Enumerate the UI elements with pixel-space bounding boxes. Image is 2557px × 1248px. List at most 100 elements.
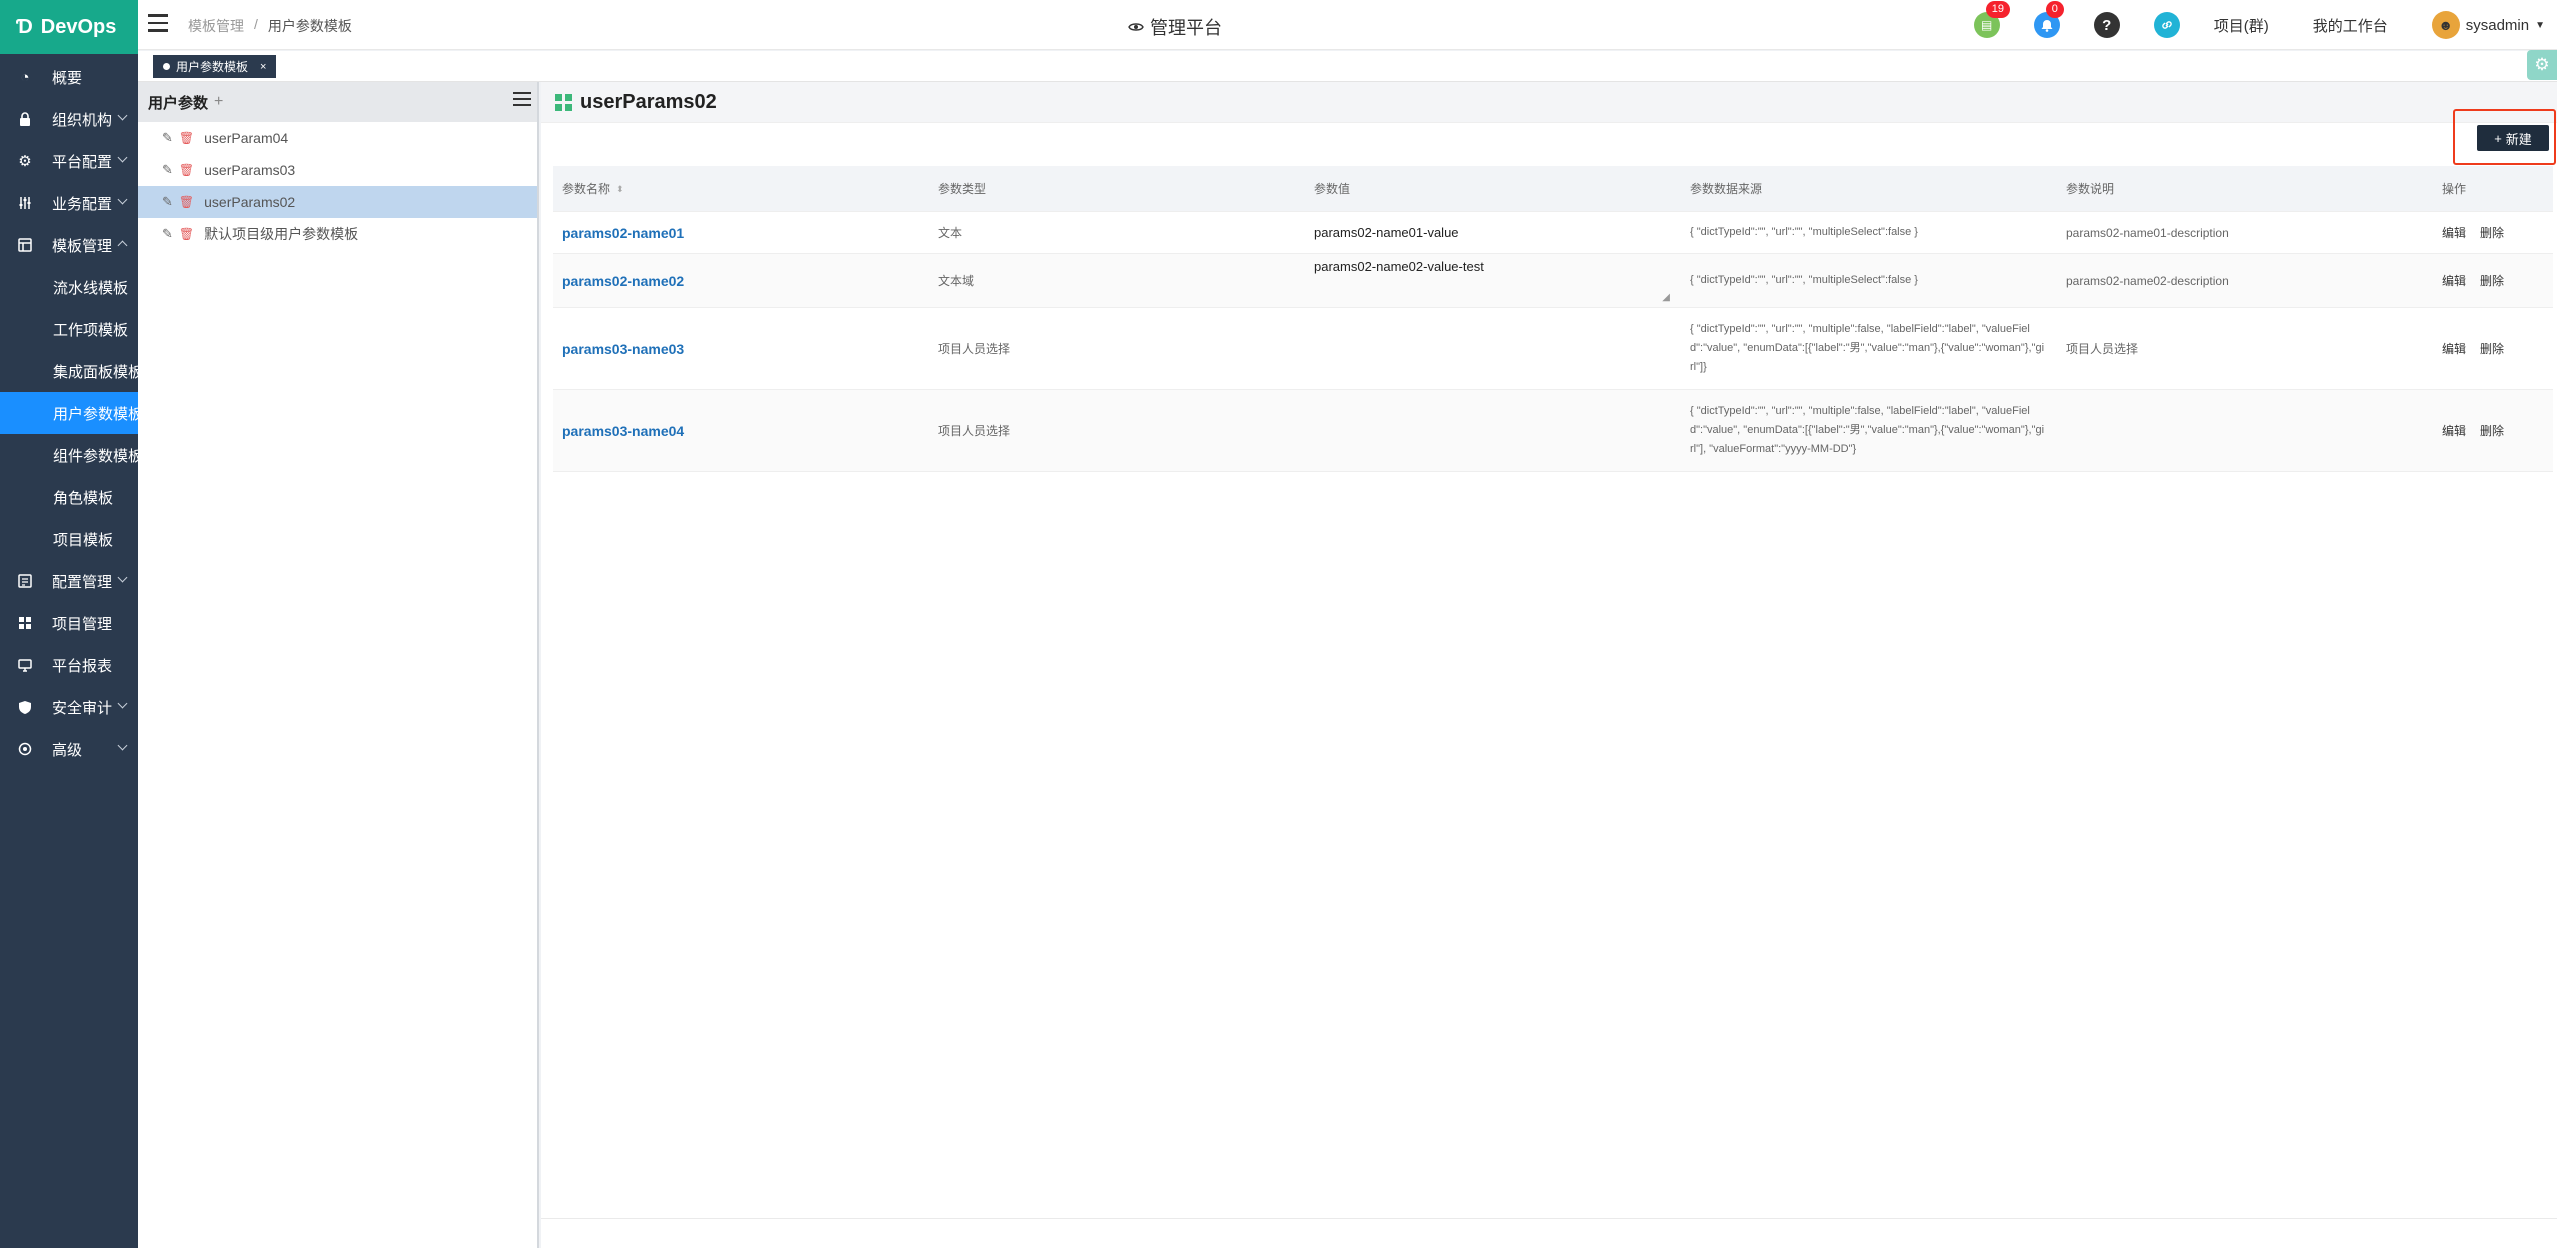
link-icon[interactable] [2153, 12, 2180, 38]
resize-grip-icon[interactable]: ◢ [1662, 292, 1670, 303]
delete-button[interactable]: 删除 [2480, 422, 2504, 439]
sidebar-item-label: 项目管理 [52, 615, 113, 633]
sidebar-item-label: 组织机构 [52, 111, 113, 129]
sidebar-item-business-config[interactable]: 业务配置 [0, 182, 138, 224]
help-icon[interactable]: ? [2093, 12, 2120, 38]
edit-button[interactable]: 编辑 [2442, 224, 2466, 241]
table-row: params03-name03 项目人员选择 { "dictTypeId":""… [553, 308, 2553, 390]
delete-button[interactable]: 删除 [2480, 224, 2504, 241]
new-button[interactable]: + 新建 [2477, 125, 2549, 151]
tab-label: 用户参数模板 [176, 60, 249, 74]
projects-link[interactable]: 项目(群) [2214, 15, 2269, 36]
edit-button[interactable]: 编辑 [2442, 340, 2466, 357]
param-source: { "dictTypeId":"", "url":"", "multipleSe… [1690, 226, 1918, 238]
list-menu-icon[interactable] [513, 92, 531, 110]
param-name-link[interactable]: params03-name04 [553, 423, 929, 439]
column-header-type: 参数类型 [938, 182, 987, 196]
edit-icon[interactable]: ✎ [162, 162, 173, 178]
edit-icon[interactable]: ✎ [162, 130, 173, 146]
sidebar-subitem-user-param-template[interactable]: 用户参数模板 [0, 392, 138, 434]
trash-icon[interactable]: 🗑 [179, 131, 194, 145]
column-header-description: 参数说明 [2066, 182, 2115, 196]
tree-item[interactable]: ✎ 🗑 默认项目级用户参数模板 [138, 218, 537, 250]
row-actions: 编辑 删除 [2433, 224, 2553, 241]
table-header-row: 参数名称 ⬍ 参数类型 参数值 参数数据来源 参数说明 操作 [553, 166, 2553, 212]
page-title: 管理平台 [1128, 14, 1222, 40]
todo-icon[interactable]: ▤ 19 [1973, 1, 2010, 38]
sidebar-item-organization[interactable]: 组织机构 [0, 98, 138, 140]
sidebar-item-security-audit[interactable]: 安全审计 [0, 686, 138, 728]
tree-item-label: userParams03 [204, 162, 296, 178]
param-name-link[interactable]: params02-name01 [553, 225, 929, 241]
sidebar-item-platform-config[interactable]: ⚙ 平台配置 [0, 140, 138, 182]
bell-icon[interactable]: 0 [2033, 1, 2064, 38]
trash-icon[interactable]: 🗑 [179, 163, 194, 177]
delete-button[interactable]: 删除 [2480, 340, 2504, 357]
panel-header: 用户参数 + [138, 82, 537, 122]
dashboard-icon: ◔ [20, 68, 30, 86]
edit-button[interactable]: 编辑 [2442, 422, 2466, 439]
delete-button[interactable]: 删除 [2480, 272, 2504, 289]
add-icon[interactable]: + [214, 93, 223, 111]
header-actions: ▤ 19 0 ? 项目(群) 我的工作台 ☻ sysadmin ▼ [1973, 0, 2557, 50]
sidebar-item-label: 高级 [52, 741, 83, 759]
breadcrumb-item-template-management[interactable]: 模板管理 [188, 16, 244, 36]
param-source: { "dictTypeId":"", "url":"", "multiple":… [1690, 405, 2045, 455]
settings-gear-icon[interactable]: ⚙ [2527, 50, 2557, 80]
sidebar-item-project-management[interactable]: 项目管理 [0, 602, 138, 644]
chevron-down-icon [117, 194, 128, 205]
column-header-label: 参数名称 [562, 182, 611, 196]
notification-count-badge: 0 [2045, 1, 2064, 18]
sidebar-subitem-pipeline-template[interactable]: 流水线模板 [0, 266, 138, 308]
config-icon [16, 572, 34, 590]
trash-icon[interactable]: 🗑 [179, 227, 194, 241]
edit-icon[interactable]: ✎ [162, 194, 173, 210]
sidebar-subitem-project-template[interactable]: 项目模板 [0, 518, 138, 560]
todo-count-badge: 19 [1985, 1, 2010, 18]
sidebar-item-platform-report[interactable]: 平台报表 [0, 644, 138, 686]
edit-button[interactable]: 编辑 [2442, 272, 2466, 289]
column-header-name[interactable]: 参数名称 ⬍ [553, 180, 929, 197]
sidebar-subitem-integration-template[interactable]: 集成面板模板 [0, 350, 138, 392]
chevron-down-icon [117, 740, 128, 751]
param-value-textarea[interactable]: params02-name02-value-test ◢ [1314, 257, 1674, 305]
row-actions: 编辑 删除 [2433, 340, 2553, 357]
sidebar-item-overview[interactable]: ◔ 概要 [0, 56, 138, 98]
user-menu[interactable]: ☻ sysadmin ▼ [2431, 11, 2545, 39]
sidebar-subitem-workitem-template[interactable]: 工作项模板 [0, 308, 138, 350]
sidebar-subitem-component-param-template[interactable]: 组件参数模板 [0, 434, 138, 476]
caret-down-icon: ▼ [2535, 19, 2545, 31]
sidebar-item-advanced[interactable]: 高级 [0, 728, 138, 770]
close-icon[interactable]: × [260, 61, 266, 73]
sidebar-item-label: 概要 [52, 69, 83, 87]
plus-icon: + [2494, 130, 2502, 146]
divider [541, 1218, 2557, 1219]
tab-user-param-template[interactable]: 用户参数模板 × [153, 55, 277, 78]
param-name-link[interactable]: params03-name03 [553, 341, 929, 357]
sort-icon[interactable]: ⬍ [616, 184, 624, 195]
param-value-input[interactable]: params02-name01-value [1305, 225, 1681, 240]
devops-logo-icon: Ɗ [16, 15, 33, 38]
logo[interactable]: Ɗ DevOps [0, 0, 138, 54]
active-dot-icon [163, 63, 170, 70]
sidebar-item-template-management[interactable]: 模板管理 [0, 224, 138, 266]
sidebar-subitem-role-template[interactable]: 角色模板 [0, 476, 138, 518]
content-header: userParams02 [541, 82, 2557, 123]
workbench-link[interactable]: 我的工作台 [2313, 15, 2388, 36]
sidebar-item-label: 配置管理 [52, 573, 113, 591]
trash-icon[interactable]: 🗑 [179, 195, 194, 209]
grid-icon [16, 614, 34, 632]
tree-item[interactable]: ✎ 🗑 userParams03 [138, 154, 537, 186]
menu-toggle-icon[interactable] [148, 14, 168, 32]
chevron-down-icon [117, 698, 128, 709]
tree-item[interactable]: ✎ 🗑 userParam04 [138, 122, 537, 154]
tree-item[interactable]: ✎ 🗑 userParams02 [138, 186, 537, 218]
param-name-link[interactable]: params02-name02 [553, 273, 929, 289]
sidebar-item-config-management[interactable]: 配置管理 [0, 560, 138, 602]
sidebar-item-label: 平台配置 [52, 153, 113, 171]
edit-icon[interactable]: ✎ [162, 226, 173, 242]
param-type: 项目人员选择 [938, 424, 1011, 438]
logo-text: DevOps [40, 15, 117, 38]
param-type: 文本 [938, 226, 963, 240]
tabs-bar: 用户参数模板 × [138, 51, 2557, 82]
